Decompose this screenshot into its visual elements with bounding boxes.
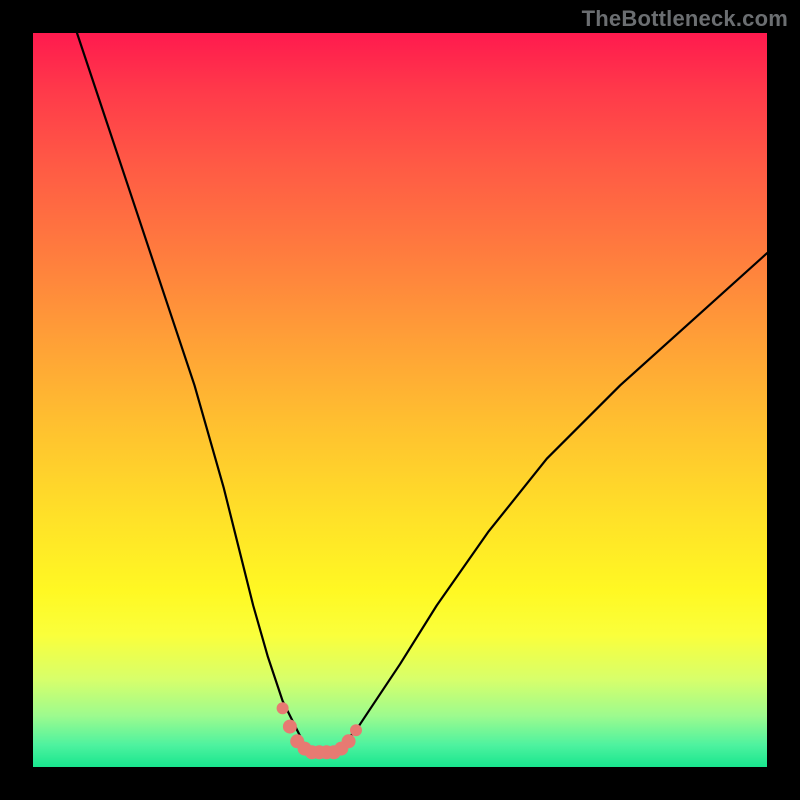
curve-marker: [350, 724, 362, 736]
bottleneck-curve: [77, 33, 767, 752]
chart-svg: [33, 33, 767, 767]
curve-marker: [283, 720, 297, 734]
chart-frame: TheBottleneck.com: [0, 0, 800, 800]
marker-group: [277, 702, 362, 759]
curve-marker: [342, 734, 356, 748]
curve-marker: [277, 702, 289, 714]
watermark-label: TheBottleneck.com: [582, 6, 788, 32]
plot-area: [33, 33, 767, 767]
